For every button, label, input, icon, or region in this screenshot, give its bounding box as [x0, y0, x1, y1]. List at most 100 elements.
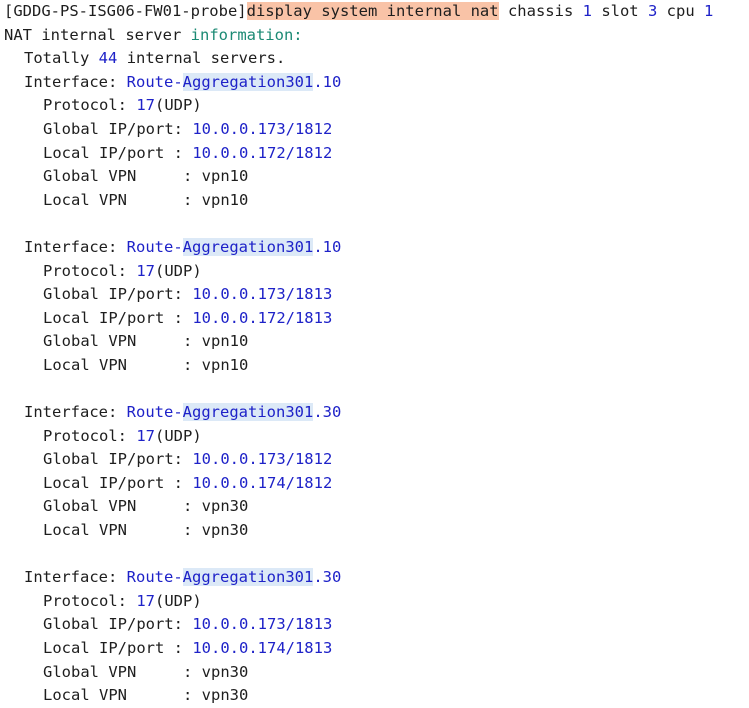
global-vpn-line: Global VPN : vpn30 — [4, 661, 749, 685]
protocol-line: Protocol: 17(UDP) — [4, 94, 749, 118]
interface-suffix: .10 — [313, 72, 342, 91]
global-vpn-line: Global VPN : vpn30 — [4, 495, 749, 519]
interface-line: Interface: Route-Aggregation301.30 — [4, 401, 749, 425]
cpu-value: 1 — [704, 2, 714, 20]
local-ip-value: 10.0.0.172/1812 — [192, 143, 333, 162]
global-vpn-value: vpn10 — [201, 332, 249, 351]
cpu-label: cpu — [666, 2, 695, 20]
summary-prefix: Totally — [24, 49, 90, 68]
protocol-line: Protocol: 17(UDP) — [4, 425, 749, 449]
protocol-label: Protocol: — [43, 261, 127, 280]
server-entry: Interface: Route-Aggregation301.10 Proto… — [4, 236, 749, 378]
local-vpn-label: Local VPN : — [43, 355, 193, 374]
local-vpn-value: vpn30 — [201, 686, 249, 705]
protocol-line: Protocol: 17(UDP) — [4, 590, 749, 614]
global-ip-label: Global IP/port: — [43, 615, 183, 634]
slot-label: slot — [601, 2, 639, 20]
protocol-number: 17 — [136, 261, 156, 280]
global-vpn-value: vpn10 — [201, 167, 249, 186]
interface-line: Interface: Route-Aggregation301.30 — [4, 566, 749, 590]
local-ip-line: Local IP/port : 10.0.0.172/1813 — [4, 307, 749, 331]
global-ip-value: 10.0.0.173/1812 — [192, 119, 333, 138]
entry-separator — [4, 543, 749, 567]
global-ip-line: Global IP/port: 10.0.0.173/1812 — [4, 118, 749, 142]
global-ip-value: 10.0.0.173/1813 — [192, 615, 333, 634]
interface-prefix: Route- — [126, 568, 183, 587]
global-ip-line: Global IP/port: 10.0.0.173/1813 — [4, 613, 749, 637]
global-ip-line: Global IP/port: 10.0.0.173/1813 — [4, 283, 749, 307]
interface-label: Interface: — [24, 237, 118, 256]
local-ip-label: Local IP/port : — [43, 143, 183, 162]
local-vpn-line: Local VPN : vpn30 — [4, 519, 749, 543]
server-entry: Interface: Route-Aggregation301.30 Proto… — [4, 401, 749, 543]
interface-label: Interface: — [24, 403, 118, 422]
protocol-name: (UDP) — [155, 591, 202, 610]
interface-highlight: Aggregation301 — [182, 237, 314, 256]
local-vpn-label: Local VPN : — [43, 190, 193, 209]
protocol-name: (UDP) — [155, 261, 202, 280]
local-vpn-label: Local VPN : — [43, 686, 193, 705]
protocol-number: 17 — [136, 591, 156, 610]
local-ip-value: 10.0.0.172/1813 — [192, 308, 333, 327]
local-vpn-label: Local VPN : — [43, 521, 193, 540]
global-vpn-label: Global VPN : — [43, 662, 193, 681]
server-entry: Interface: Route-Aggregation301.10 Proto… — [4, 71, 749, 213]
protocol-label: Protocol: — [43, 426, 127, 445]
command-highlighted: display system internal nat — [246, 2, 499, 20]
protocol-number: 17 — [136, 96, 156, 115]
summary-suffix: internal servers. — [126, 49, 286, 68]
interface-suffix: .30 — [313, 403, 342, 422]
local-ip-label: Local IP/port : — [43, 639, 183, 658]
global-ip-label: Global IP/port: — [43, 450, 183, 469]
protocol-line: Protocol: 17(UDP) — [4, 260, 749, 284]
interface-line: Interface: Route-Aggregation301.10 — [4, 71, 749, 95]
entry-separator — [4, 378, 749, 402]
chassis-value: 1 — [582, 2, 592, 20]
interface-prefix: Route- — [126, 403, 183, 422]
server-entry: Interface: Route-Aggregation301.30 Proto… — [4, 566, 749, 708]
command-line: [GDDG-PS-ISG06-FW01-probe]display system… — [4, 0, 749, 24]
local-vpn-line: Local VPN : vpn10 — [4, 354, 749, 378]
interface-highlight: Aggregation301 — [182, 72, 314, 91]
prompt: [GDDG-PS-ISG06-FW01-probe] — [4, 2, 247, 20]
terminal-output: [GDDG-PS-ISG06-FW01-probe]display system… — [0, 0, 749, 708]
global-vpn-label: Global VPN : — [43, 332, 193, 351]
interface-prefix: Route- — [126, 72, 183, 91]
interface-suffix: .30 — [313, 568, 342, 587]
output-header: NAT internal server information: — [4, 24, 749, 48]
global-ip-value: 10.0.0.173/1812 — [192, 450, 333, 469]
global-vpn-value: vpn30 — [201, 662, 249, 681]
global-ip-line: Global IP/port: 10.0.0.173/1812 — [4, 448, 749, 472]
global-ip-label: Global IP/port: — [43, 119, 183, 138]
slot-value: 3 — [647, 2, 658, 20]
interface-prefix: Route- — [126, 237, 183, 256]
local-ip-label: Local IP/port : — [43, 473, 183, 492]
entry-separator — [4, 212, 749, 236]
local-ip-line: Local IP/port : 10.0.0.174/1812 — [4, 472, 749, 496]
chassis-label: chassis — [507, 2, 574, 20]
protocol-name: (UDP) — [155, 426, 202, 445]
local-ip-line: Local IP/port : 10.0.0.172/1812 — [4, 142, 749, 166]
interface-highlight: Aggregation301 — [182, 568, 314, 587]
global-vpn-line: Global VPN : vpn10 — [4, 330, 749, 354]
protocol-label: Protocol: — [43, 591, 127, 610]
interface-highlight: Aggregation301 — [182, 403, 314, 422]
local-ip-line: Local IP/port : 10.0.0.174/1813 — [4, 637, 749, 661]
local-ip-value: 10.0.0.174/1812 — [192, 473, 333, 492]
interface-label: Interface: — [24, 72, 118, 91]
interface-line: Interface: Route-Aggregation301.10 — [4, 236, 749, 260]
protocol-name: (UDP) — [155, 96, 202, 115]
interface-label: Interface: — [24, 568, 118, 587]
global-ip-label: Global IP/port: — [43, 285, 183, 304]
protocol-number: 17 — [136, 426, 156, 445]
global-vpn-value: vpn30 — [201, 497, 249, 516]
header-suffix: information: — [190, 25, 303, 44]
protocol-label: Protocol: — [43, 96, 127, 115]
summary-count: 44 — [98, 49, 118, 68]
global-ip-value: 10.0.0.173/1813 — [192, 285, 333, 304]
summary-line: Totally 44 internal servers. — [4, 47, 749, 71]
local-vpn-value: vpn30 — [201, 521, 249, 540]
local-vpn-value: vpn10 — [201, 190, 249, 209]
interface-suffix: .10 — [313, 237, 342, 256]
server-entries: Interface: Route-Aggregation301.10 Proto… — [4, 71, 749, 708]
